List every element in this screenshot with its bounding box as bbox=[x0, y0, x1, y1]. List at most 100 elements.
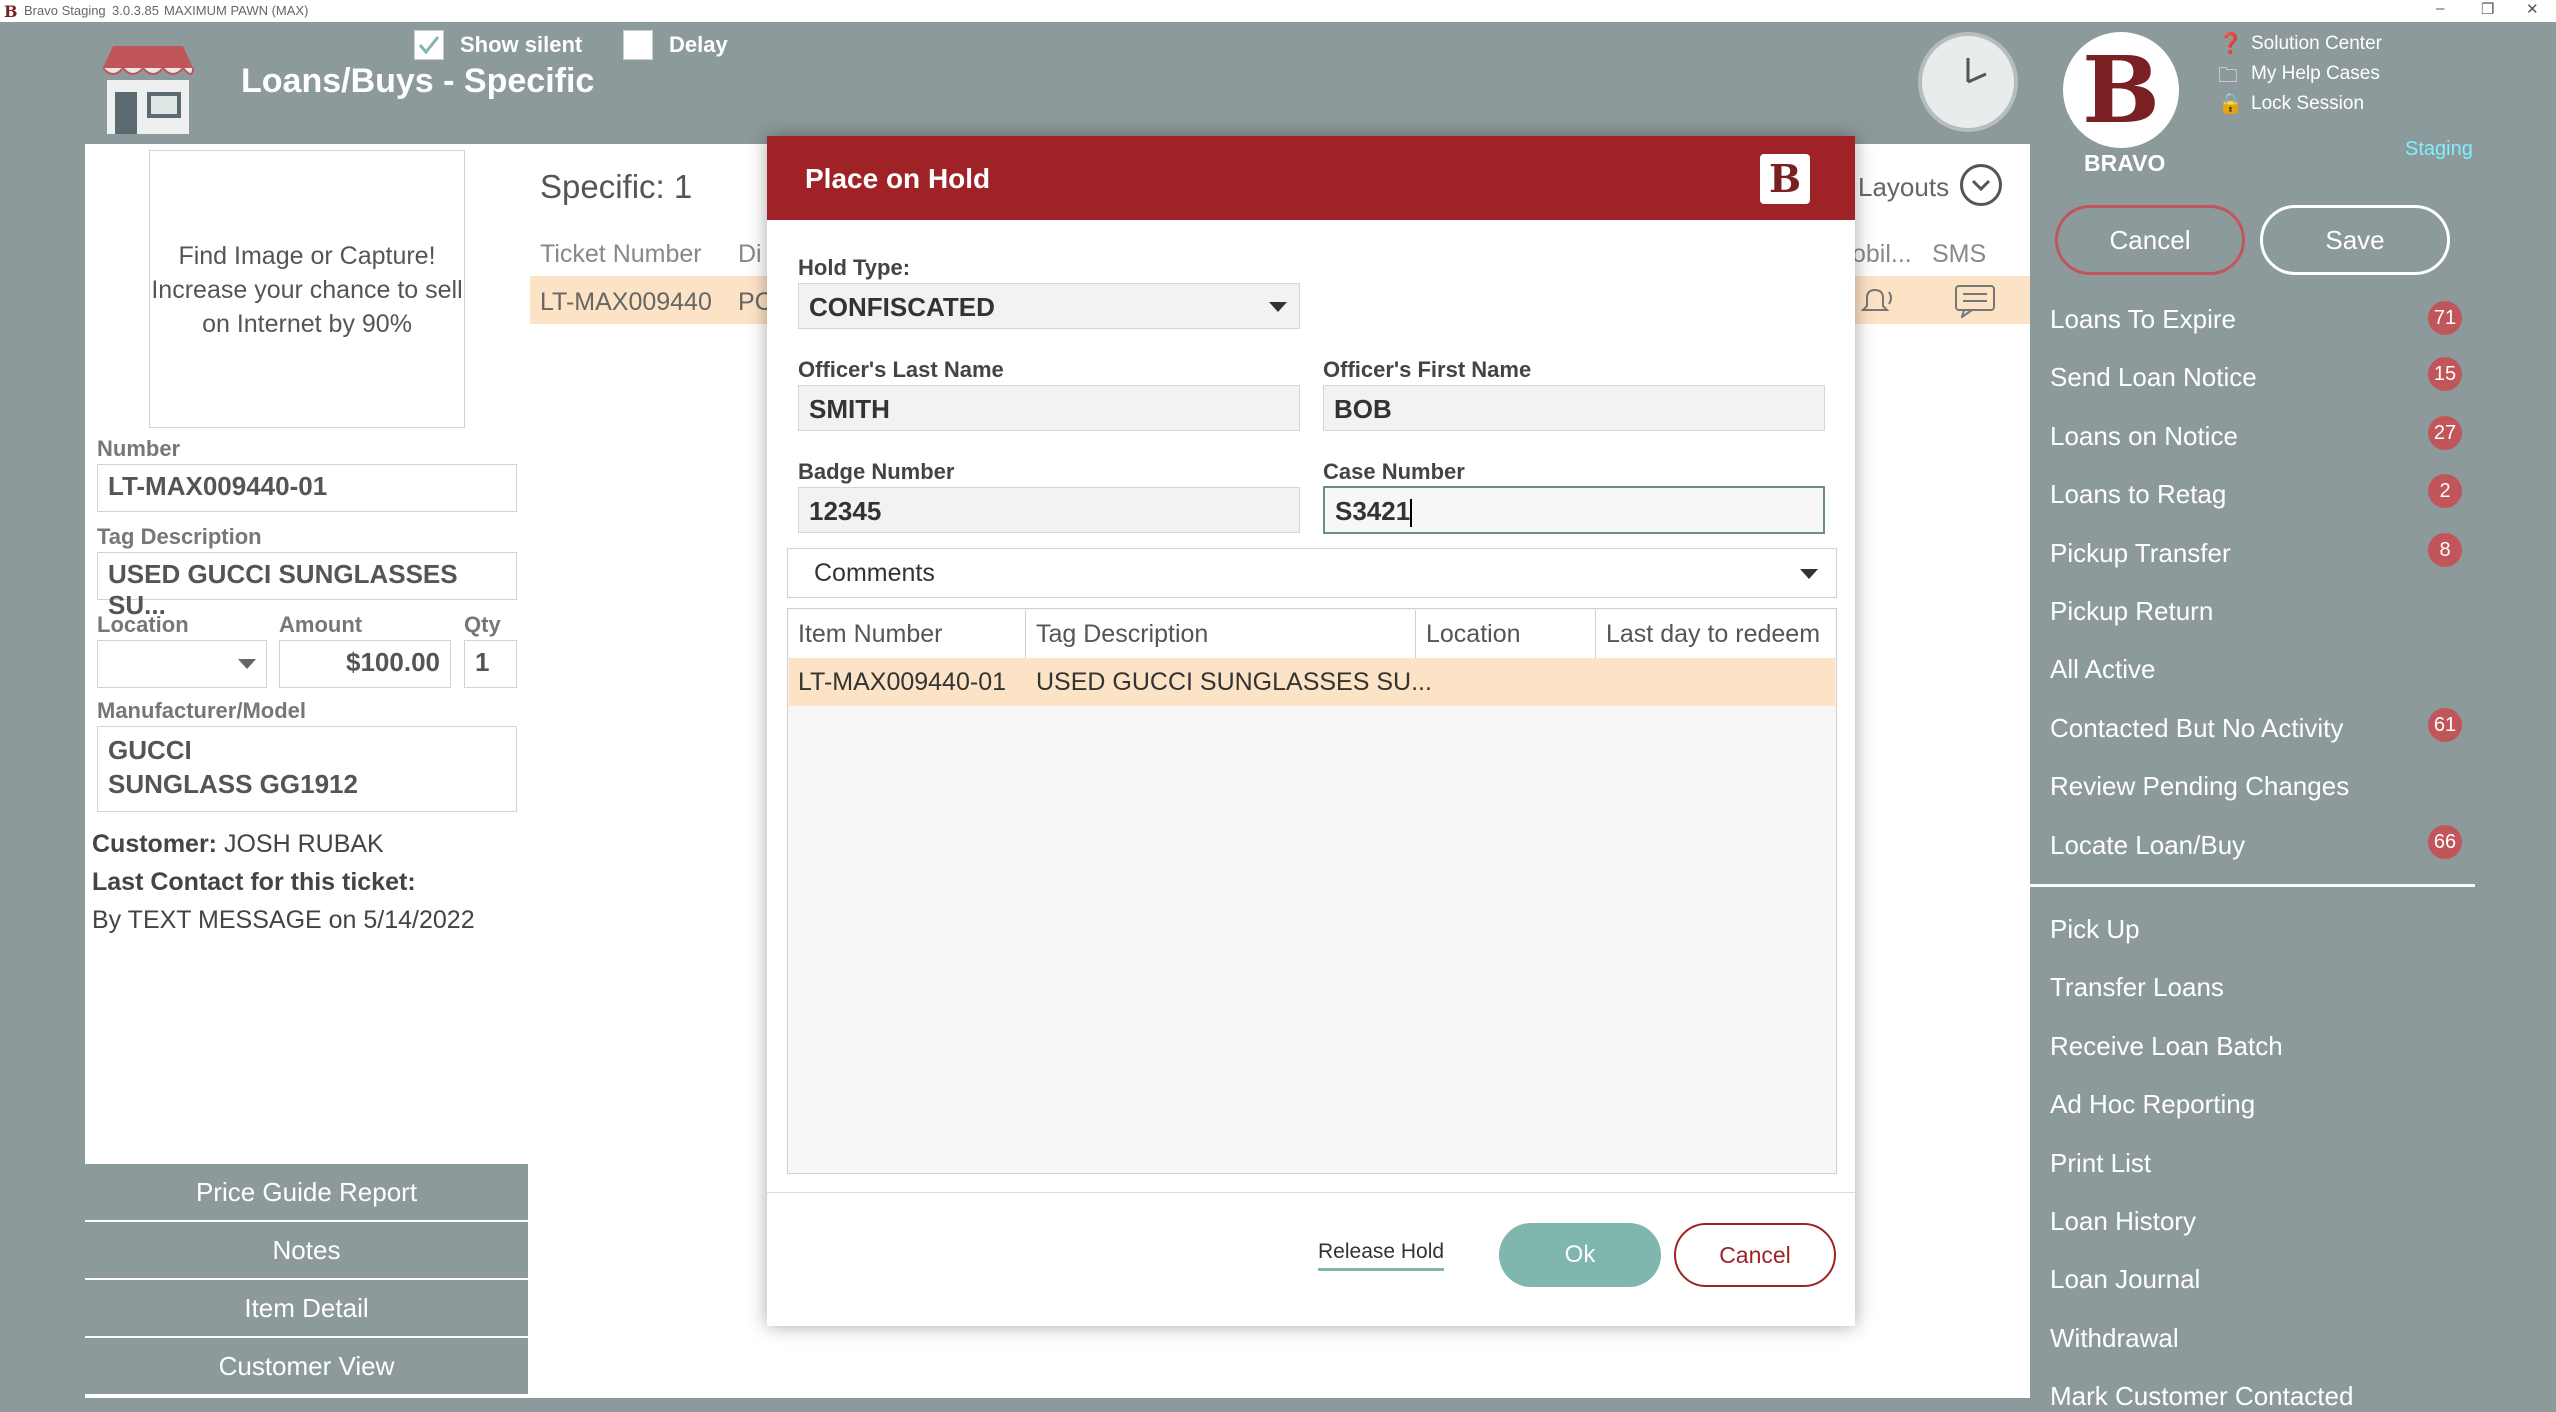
number-label: Number bbox=[97, 436, 181, 461]
app-name: Bravo Staging bbox=[24, 3, 106, 18]
menu-ad-hoc-reporting[interactable]: Ad Hoc Reporting bbox=[2050, 1089, 2255, 1120]
cancel-button[interactable]: Cancel bbox=[2055, 205, 2245, 275]
menu-receive-loan-batch[interactable]: Receive Loan Batch bbox=[2050, 1031, 2283, 1062]
item-detail-button[interactable]: Item Detail bbox=[85, 1280, 528, 1336]
manufacturer-label: Manufacturer/Model bbox=[97, 698, 307, 723]
left-margin bbox=[0, 22, 85, 1398]
menu-pick-up[interactable]: Pick Up bbox=[2050, 914, 2140, 945]
environment-label: Staging bbox=[2405, 138, 2473, 160]
menu-withdrawal[interactable]: Withdrawal bbox=[2050, 1323, 2179, 1354]
show-silent-label: Show silent bbox=[460, 32, 583, 57]
location-select[interactable] bbox=[97, 640, 267, 688]
table-row[interactable]: LT-MAX009440-01 USED GUCCI SUNGLASSES SU… bbox=[789, 658, 1835, 706]
image-prompt-line: Increase your chance to sell bbox=[151, 276, 463, 304]
manufacturer-field[interactable]: GUCCI SUNGLASS GG1912 bbox=[97, 726, 517, 812]
bravo-logo: B bbox=[2063, 32, 2179, 148]
menu-loan-history[interactable]: Loan History bbox=[2050, 1206, 2196, 1237]
customer-line: Customer: JOSH RUBAK bbox=[92, 830, 384, 859]
menu-loans-on-notice[interactable]: Loans on Notice bbox=[2050, 421, 2238, 452]
officer-first-name-field[interactable]: BOB bbox=[1323, 385, 1825, 431]
menu-locate-loan-buy[interactable]: Locate Loan/Buy bbox=[2050, 830, 2245, 861]
delay-checkbox[interactable] bbox=[623, 30, 653, 60]
menu-pickup-transfer[interactable]: Pickup Transfer bbox=[2050, 538, 2231, 569]
brand-name: BRAVO bbox=[2084, 150, 2166, 176]
tag-description-label: Tag Description bbox=[97, 524, 262, 549]
menu-review-pending-changes[interactable]: Review Pending Changes bbox=[2050, 771, 2349, 802]
store-name: MAXIMUM PAWN (MAX) bbox=[164, 3, 309, 18]
chevron-down-icon bbox=[238, 659, 256, 669]
qty-field[interactable]: 1 bbox=[464, 640, 517, 688]
price-guide-report-button[interactable]: Price Guide Report bbox=[85, 1164, 528, 1220]
column-divider bbox=[1025, 610, 1026, 658]
tag-description-field[interactable]: USED GUCCI SUNGLASSES SU... bbox=[97, 552, 517, 620]
officer-last-name-field[interactable]: SMITH bbox=[798, 385, 1300, 431]
location-label: Location bbox=[97, 612, 189, 637]
hold-type-select[interactable]: CONFISCATED bbox=[798, 283, 1300, 329]
column-mobile[interactable]: obil... bbox=[1852, 240, 1912, 269]
column-item-number[interactable]: Item Number bbox=[798, 610, 942, 658]
column-sms[interactable]: SMS bbox=[1932, 240, 1986, 269]
close-icon[interactable]: ✕ bbox=[2526, 0, 2539, 18]
bell-icon[interactable] bbox=[1855, 284, 1895, 318]
menu-loans-to-retag[interactable]: Loans to Retag bbox=[2050, 479, 2226, 510]
count-badge: 8 bbox=[2428, 533, 2462, 567]
right-margin bbox=[2475, 22, 2556, 1398]
column-ticket-number[interactable]: Ticket Number bbox=[540, 240, 702, 269]
cell-item-number: LT-MAX009440-01 bbox=[798, 668, 1006, 696]
amount-field[interactable]: $100.00 bbox=[279, 640, 451, 688]
case-number-field[interactable]: S3421 bbox=[1323, 486, 1825, 534]
menu-loans-to-expire[interactable]: Loans To Expire bbox=[2050, 304, 2236, 335]
menu-loan-journal[interactable]: Loan Journal bbox=[2050, 1264, 2200, 1295]
image-capture-area[interactable]: Find Image or Capture! Increase your cha… bbox=[149, 150, 465, 428]
menu-mark-customer-contacted[interactable]: Mark Customer Contacted bbox=[2050, 1381, 2353, 1412]
column-partial[interactable]: Di bbox=[738, 240, 762, 269]
dialog-title: Place on Hold bbox=[805, 163, 991, 194]
number-field[interactable]: LT-MAX009440-01 bbox=[97, 464, 517, 512]
menu-transfer-loans[interactable]: Transfer Loans bbox=[2050, 972, 2224, 1003]
comments-expander[interactable]: Comments bbox=[787, 548, 1837, 598]
notes-button[interactable]: Notes bbox=[85, 1222, 528, 1278]
chevron-down-icon bbox=[1800, 569, 1818, 579]
column-tag-description[interactable]: Tag Description bbox=[1036, 610, 1208, 658]
restore-icon[interactable]: ❐ bbox=[2481, 0, 2494, 18]
hold-type-label: Hold Type: bbox=[798, 255, 911, 280]
case-number-label: Case Number bbox=[1323, 459, 1465, 484]
layouts-label[interactable]: Layouts bbox=[1858, 172, 1949, 203]
column-location[interactable]: Location bbox=[1426, 610, 1521, 658]
menu-all-active[interactable]: All Active bbox=[2050, 654, 2156, 685]
column-last-day-to-redeem[interactable]: Last day to redeem bbox=[1606, 610, 1820, 658]
comments-label: Comments bbox=[814, 559, 935, 587]
manufacturer-line: GUCCI bbox=[108, 735, 192, 765]
text-cursor bbox=[1410, 499, 1413, 528]
chevron-down-icon[interactable] bbox=[1960, 164, 2002, 206]
customer-view-button[interactable]: Customer View bbox=[85, 1338, 528, 1394]
save-button[interactable]: Save bbox=[2260, 205, 2450, 275]
badge-number-label: Badge Number bbox=[798, 459, 955, 484]
count-badge: 27 bbox=[2428, 416, 2462, 450]
clock-icon bbox=[1918, 32, 2018, 132]
message-icon[interactable] bbox=[1954, 284, 1996, 318]
last-contact-value: By TEXT MESSAGE on 5/14/2022 bbox=[92, 906, 475, 934]
count-badge: 2 bbox=[2428, 474, 2462, 508]
count-badge: 61 bbox=[2428, 708, 2462, 742]
release-hold-button[interactable]: Release Hold bbox=[1318, 1240, 1445, 1271]
app-version: 3.0.3.85 bbox=[112, 3, 159, 18]
officer-first-name-label: Officer's First Name bbox=[1323, 357, 1532, 382]
row-ticket-number: LT-MAX009440 bbox=[540, 288, 712, 316]
minimize-icon[interactable]: – bbox=[2436, 0, 2444, 17]
menu-pickup-return[interactable]: Pickup Return bbox=[2050, 596, 2213, 627]
dialog-cancel-button[interactable]: Cancel bbox=[1674, 1223, 1836, 1287]
solution-center-link[interactable]: Solution Center bbox=[2251, 33, 2382, 55]
specific-count: Specific: 1 bbox=[540, 168, 693, 205]
lock-session-link[interactable]: Lock Session bbox=[2251, 93, 2364, 115]
column-divider bbox=[1595, 610, 1596, 658]
menu-contacted-but-no-activity[interactable]: Contacted But No Activity bbox=[2050, 713, 2343, 744]
my-help-cases-link[interactable]: My Help Cases bbox=[2251, 63, 2380, 85]
qty-label: Qty bbox=[464, 612, 501, 637]
store-icon bbox=[102, 46, 194, 134]
menu-print-list[interactable]: Print List bbox=[2050, 1148, 2151, 1179]
show-silent-checkbox[interactable] bbox=[414, 30, 444, 60]
menu-send-loan-notice[interactable]: Send Loan Notice bbox=[2050, 362, 2257, 393]
badge-number-field[interactable]: 12345 bbox=[798, 487, 1300, 533]
ok-button[interactable]: Ok bbox=[1499, 1223, 1661, 1287]
